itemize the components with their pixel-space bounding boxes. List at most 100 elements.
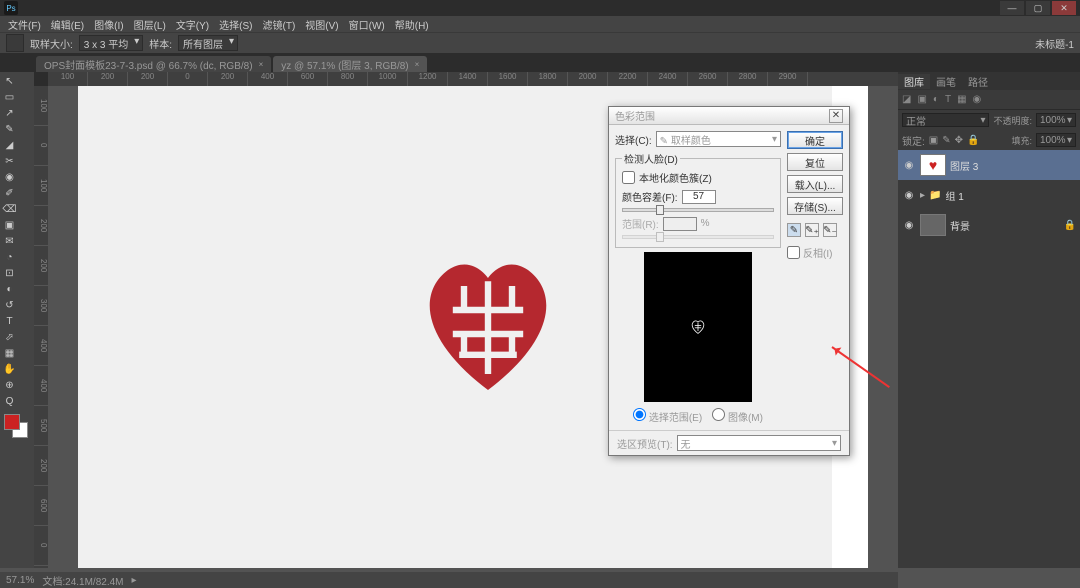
opacity-label: 不透明度: bbox=[993, 114, 1032, 127]
layer-name: 背景 bbox=[950, 218, 970, 233]
tool-preset-icon[interactable] bbox=[6, 34, 24, 52]
eyedropper-plus-icon[interactable]: ✎₊ bbox=[805, 223, 819, 237]
app-logo: Ps bbox=[4, 1, 18, 15]
fill-label: 填充: bbox=[1011, 134, 1032, 147]
lock-icon[interactable]: ✥ bbox=[955, 135, 963, 146]
foreground-color[interactable] bbox=[4, 414, 20, 430]
blur-tool[interactable]: ◔ bbox=[2, 250, 17, 265]
layer-item[interactable]: ◉ ♥ 图层 3 bbox=[898, 150, 1080, 180]
pen-tool[interactable]: ↺ bbox=[2, 298, 17, 313]
visibility-icon[interactable]: ◉ bbox=[902, 160, 916, 171]
fill-input[interactable]: 100%▾ bbox=[1036, 133, 1076, 147]
eyedropper-tool[interactable]: ◉ bbox=[2, 170, 17, 185]
window-maximize[interactable]: ▢ bbox=[1026, 1, 1050, 15]
lock-icon[interactable]: ▣ bbox=[929, 135, 938, 146]
invert-checkbox[interactable]: 反相(I) bbox=[787, 245, 843, 260]
move-tool[interactable]: ↖ bbox=[2, 74, 17, 89]
ok-button[interactable]: 确定 bbox=[787, 131, 843, 149]
close-icon[interactable]: × bbox=[415, 60, 420, 69]
save-button[interactable]: 存储(S)... bbox=[787, 197, 843, 215]
select-label: 选择(C): bbox=[615, 132, 652, 147]
panel-tab-layers[interactable]: 图库 bbox=[898, 74, 930, 89]
filter-icon[interactable]: ◉ bbox=[973, 94, 982, 105]
localized-checkbox[interactable] bbox=[622, 171, 635, 184]
preview-mode-select[interactable]: 无▾ bbox=[677, 435, 841, 451]
fuzziness-slider[interactable] bbox=[622, 208, 774, 212]
marquee-tool[interactable]: ▭ bbox=[2, 90, 17, 105]
menu-type[interactable]: 文字(Y) bbox=[172, 17, 213, 32]
menu-filter[interactable]: 滤镜(T) bbox=[259, 17, 300, 32]
sample-select[interactable]: 所有图层 bbox=[178, 35, 238, 51]
zoom-tool[interactable]: ⊕ bbox=[2, 378, 17, 393]
eraser-tool[interactable]: ⌫ bbox=[2, 202, 17, 217]
dialog-title: 色彩范围 bbox=[615, 108, 655, 123]
select-dropdown[interactable]: ✎ 取样颜色▾ bbox=[656, 131, 781, 147]
lock-icon[interactable]: 🔒 bbox=[967, 135, 979, 146]
filter-icon[interactable]: T bbox=[945, 94, 951, 105]
panel-tab-channels[interactable]: 画笔 bbox=[930, 74, 962, 89]
artwork-heart bbox=[408, 246, 568, 406]
menu-layer[interactable]: 图层(L) bbox=[130, 17, 170, 32]
opacity-input[interactable]: 100%▾ bbox=[1036, 113, 1076, 127]
hand-tool[interactable]: ✋ bbox=[2, 362, 17, 377]
quickmask-tool[interactable]: Q bbox=[2, 394, 17, 409]
lock-icon[interactable]: ✎ bbox=[942, 135, 950, 146]
dodge-tool[interactable]: ◐ bbox=[2, 282, 17, 297]
blend-mode-select[interactable]: 正常▾ bbox=[902, 113, 989, 127]
options-bar: 取样大小: 3 x 3 平均 样本: 所有图层 未标题-1 bbox=[0, 32, 1080, 54]
menu-file[interactable]: 文件(F) bbox=[4, 17, 45, 32]
document-tab-1[interactable]: OPS封面模板23-7-3.psd @ 66.7% (dc, RGB/8) × bbox=[36, 56, 271, 72]
load-button[interactable]: 载入(L)... bbox=[787, 175, 843, 193]
layer-thumbnail: ♥ bbox=[920, 154, 946, 176]
doc-size: 文档:24.1M/82.4M bbox=[42, 573, 123, 588]
menu-view[interactable]: 视图(V) bbox=[301, 17, 342, 32]
range-input bbox=[663, 217, 697, 231]
type-tool[interactable]: T bbox=[2, 314, 17, 329]
filter-icon[interactable]: ▦ bbox=[957, 94, 966, 105]
range-slider bbox=[622, 235, 774, 239]
wand-tool[interactable]: ✎ bbox=[2, 122, 17, 137]
layer-group[interactable]: ◉ ▸ 📁 组 1 bbox=[898, 180, 1080, 210]
slice-tool[interactable]: ✂ bbox=[2, 154, 17, 169]
eyedropper-minus-icon[interactable]: ✎₋ bbox=[823, 223, 837, 237]
chevron-right-icon[interactable]: ▸ bbox=[132, 575, 137, 586]
expand-icon[interactable]: ▸ bbox=[920, 190, 925, 201]
document-tab-2[interactable]: yz @ 57.1% (图层 3, RGB/8)× bbox=[273, 56, 427, 72]
dialog-close-button[interactable]: ✕ bbox=[829, 109, 843, 123]
window-close[interactable]: ✕ bbox=[1052, 1, 1076, 15]
reset-button[interactable]: 复位 bbox=[787, 153, 843, 171]
close-icon[interactable]: × bbox=[259, 60, 264, 69]
fuzziness-input[interactable] bbox=[682, 190, 716, 204]
path-tool[interactable]: ⬀ bbox=[2, 330, 17, 345]
menu-select[interactable]: 选择(S) bbox=[215, 17, 256, 32]
stamp-tool[interactable]: ✉ bbox=[2, 234, 17, 249]
filter-icon[interactable]: ▣ bbox=[917, 94, 926, 105]
visibility-icon[interactable]: ◉ bbox=[902, 190, 916, 201]
radio-image[interactable]: 图像(M) bbox=[712, 408, 763, 424]
eyedropper-icon[interactable]: ✎ bbox=[787, 223, 801, 237]
preview-mode-label: 选区预览(T): bbox=[617, 436, 673, 451]
menu-edit[interactable]: 编辑(E) bbox=[47, 17, 88, 32]
detect-faces-label: 检测人脸(D) bbox=[622, 151, 680, 166]
panel-tab-paths[interactable]: 路径 bbox=[962, 74, 994, 89]
zoom-level[interactable]: 57.1% bbox=[6, 575, 34, 586]
tab-label: OPS封面模板23-7-3.psd @ 66.7% (dc, RGB/8) bbox=[44, 57, 253, 72]
menu-image[interactable]: 图像(I) bbox=[90, 17, 127, 32]
radio-selection[interactable]: 选择范围(E) bbox=[633, 408, 702, 424]
patch-tool[interactable]: ⊡ bbox=[2, 266, 17, 281]
gradient-tool[interactable]: ▣ bbox=[2, 218, 17, 233]
layer-item[interactable]: ◉ 背景 🔒 bbox=[898, 210, 1080, 240]
sample-size-select[interactable]: 3 x 3 平均 bbox=[79, 35, 143, 51]
window-minimize[interactable]: — bbox=[1000, 1, 1024, 15]
color-swatch[interactable] bbox=[4, 414, 28, 438]
lasso-tool[interactable]: ↗ bbox=[2, 106, 17, 121]
filter-icon[interactable]: ◐ bbox=[933, 94, 939, 105]
sample-label: 样本: bbox=[149, 36, 172, 51]
menu-help[interactable]: 帮助(H) bbox=[391, 17, 433, 32]
shape-tool[interactable]: ▦ bbox=[2, 346, 17, 361]
brush-tool[interactable]: ✐ bbox=[2, 186, 17, 201]
menu-window[interactable]: 窗口(W) bbox=[345, 17, 389, 32]
crop-tool[interactable]: ◢ bbox=[2, 138, 17, 153]
filter-icon[interactable]: ◪ bbox=[902, 94, 911, 105]
visibility-icon[interactable]: ◉ bbox=[902, 220, 916, 231]
